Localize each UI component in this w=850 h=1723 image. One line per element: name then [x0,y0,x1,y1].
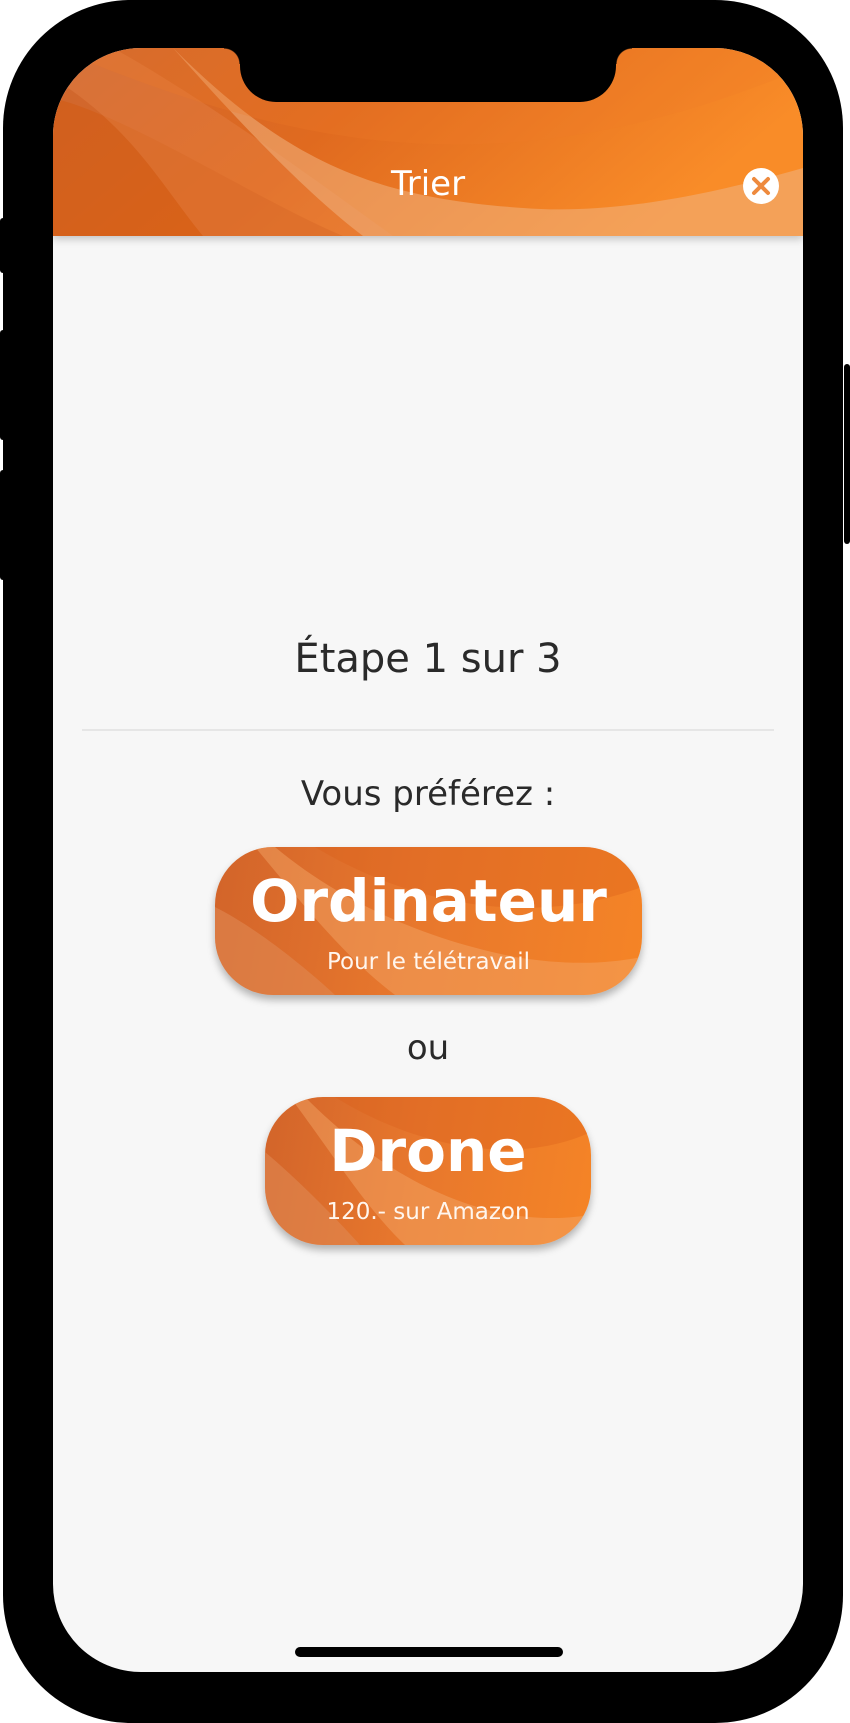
app-screen: Trier Étape 1 sur 3 Vous préférez : Ordi… [53,48,803,1672]
page-title: Trier [390,164,466,204]
choice-button-drone[interactable]: Drone 120.- sur Amazon [265,1097,591,1245]
choice-subtitle: Pour le télétravail [326,949,531,975]
home-indicator[interactable] [295,1647,563,1657]
phone-frame: Trier Étape 1 sur 3 Vous préférez : Ordi… [3,0,843,1723]
phone-device: Trier Étape 1 sur 3 Vous préférez : Ordi… [0,0,850,1723]
question-label: Vous préférez : [300,774,556,814]
choice-subtitle: 120.- sur Amazon [326,1199,530,1225]
choice-title: Drone [329,1117,527,1185]
step-indicator: Étape 1 sur 3 [294,636,562,682]
or-separator: ou [406,1028,450,1068]
close-button[interactable] [743,168,779,204]
close-icon [752,177,770,195]
choice-title: Ordinateur [250,867,607,935]
divider [82,729,774,731]
camera-notch [224,48,632,102]
choice-button-ordinateur[interactable]: Ordinateur Pour le télétravail [215,847,642,995]
power-button [844,364,850,544]
